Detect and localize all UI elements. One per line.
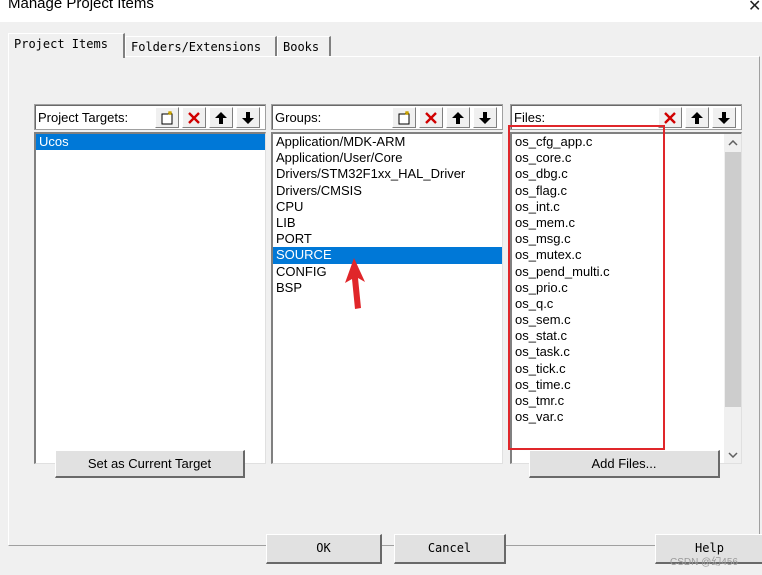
arrow-down-icon	[479, 111, 491, 124]
delete-file-button[interactable]	[658, 107, 682, 128]
chevron-up-icon	[727, 139, 738, 146]
file-list-item[interactable]: os_var.c	[512, 409, 741, 425]
arrow-down-icon	[242, 111, 254, 124]
move-target-up-button[interactable]	[209, 107, 233, 128]
file-list-item[interactable]: os_cfg_app.c	[512, 134, 741, 150]
groups-header: Groups:	[271, 104, 503, 130]
chevron-down-icon	[727, 451, 738, 458]
window-title: Manage Project Items	[8, 0, 154, 12]
delete-icon	[664, 111, 676, 124]
move-group-up-button[interactable]	[446, 107, 470, 128]
groups-list[interactable]: Application/MDK-ARM Application/User/Core…	[271, 132, 503, 464]
scroll-down-arrow[interactable]	[724, 446, 741, 463]
file-list-item[interactable]: os_q.c	[512, 296, 741, 312]
group-list-item[interactable]: CONFIG	[273, 264, 502, 280]
targets-header: Project Targets:	[34, 104, 266, 130]
files-header: Files:	[510, 104, 742, 130]
move-group-down-button[interactable]	[473, 107, 497, 128]
delete-target-button[interactable]	[182, 107, 206, 128]
delete-icon	[425, 111, 437, 124]
move-file-up-button[interactable]	[685, 107, 709, 128]
file-list-item[interactable]: os_msg.c	[512, 231, 741, 247]
arrow-up-icon	[452, 111, 464, 124]
new-target-button[interactable]	[155, 107, 179, 128]
files-label: Files:	[514, 110, 546, 125]
file-list-item[interactable]: os_task.c	[512, 344, 741, 360]
add-files-button[interactable]: Add Files...	[529, 450, 720, 478]
watermark: CSDN @幻456	[670, 557, 738, 568]
ok-button[interactable]: OK	[266, 534, 382, 564]
arrow-down-icon	[718, 111, 730, 124]
targets-label: Project Targets:	[38, 110, 129, 125]
file-list-item[interactable]: os_mutex.c	[512, 247, 741, 263]
group-list-item[interactable]: Drivers/CMSIS	[273, 183, 502, 199]
group-list-item[interactable]: LIB	[273, 215, 502, 231]
move-file-down-button[interactable]	[712, 107, 736, 128]
group-list-item[interactable]: CPU	[273, 199, 502, 215]
file-list-item[interactable]: os_int.c	[512, 199, 741, 215]
cancel-button[interactable]: Cancel	[394, 534, 506, 564]
arrow-up-icon	[215, 111, 227, 124]
target-list-item[interactable]: Ucos	[36, 134, 265, 151]
delete-group-button[interactable]	[419, 107, 443, 128]
targets-list[interactable]: Ucos	[34, 132, 266, 464]
dialog-body: Project Items Folders/Extensions Books P…	[0, 22, 762, 575]
file-list-item[interactable]: os_core.c	[512, 150, 741, 166]
file-list-item[interactable]: os_mem.c	[512, 215, 741, 231]
close-icon[interactable]: ✕	[748, 0, 761, 16]
group-list-item[interactable]: Drivers/STM32F1xx_HAL_Driver	[273, 166, 502, 182]
annotation-arrow-icon	[345, 258, 365, 309]
set-current-target-button[interactable]: Set as Current Target	[55, 450, 245, 478]
group-list-item[interactable]: BSP	[273, 280, 502, 296]
tab-folders-extensions[interactable]: Folders/Extensions	[125, 36, 277, 57]
groups-label: Groups:	[275, 110, 322, 125]
delete-icon	[188, 111, 200, 124]
file-list-item[interactable]: os_tick.c	[512, 361, 741, 377]
new-item-icon	[161, 110, 173, 124]
files-list[interactable]: os_cfg_app.c os_core.c os_dbg.c os_flag.c os…	[510, 132, 742, 464]
file-list-item[interactable]: os_prio.c	[512, 280, 741, 296]
scroll-thumb[interactable]	[725, 152, 741, 407]
title-bar: Manage Project Items ✕	[0, 0, 762, 22]
tab-project-items[interactable]: Project Items	[8, 33, 125, 58]
file-list-item[interactable]: os_tmr.c	[512, 393, 741, 409]
new-item-icon	[398, 110, 410, 124]
new-group-button[interactable]	[392, 107, 416, 128]
file-list-item[interactable]: os_time.c	[512, 377, 741, 393]
file-list-item[interactable]: os_stat.c	[512, 328, 741, 344]
group-list-item[interactable]: PORT	[273, 231, 502, 247]
file-list-item[interactable]: os_pend_multi.c	[512, 264, 741, 280]
scroll-up-arrow[interactable]	[724, 134, 741, 151]
file-list-item[interactable]: os_sem.c	[512, 312, 741, 328]
file-list-item[interactable]: os_dbg.c	[512, 166, 741, 182]
group-list-item[interactable]: Application/MDK-ARM	[273, 134, 502, 150]
move-target-down-button[interactable]	[236, 107, 260, 128]
tab-books[interactable]: Books	[277, 36, 331, 57]
file-list-item[interactable]: os_flag.c	[512, 183, 741, 199]
files-scrollbar[interactable]	[724, 134, 741, 463]
group-list-item[interactable]: SOURCE	[273, 247, 502, 264]
arrow-up-icon	[691, 111, 703, 124]
group-list-item[interactable]: Application/User/Core	[273, 150, 502, 166]
